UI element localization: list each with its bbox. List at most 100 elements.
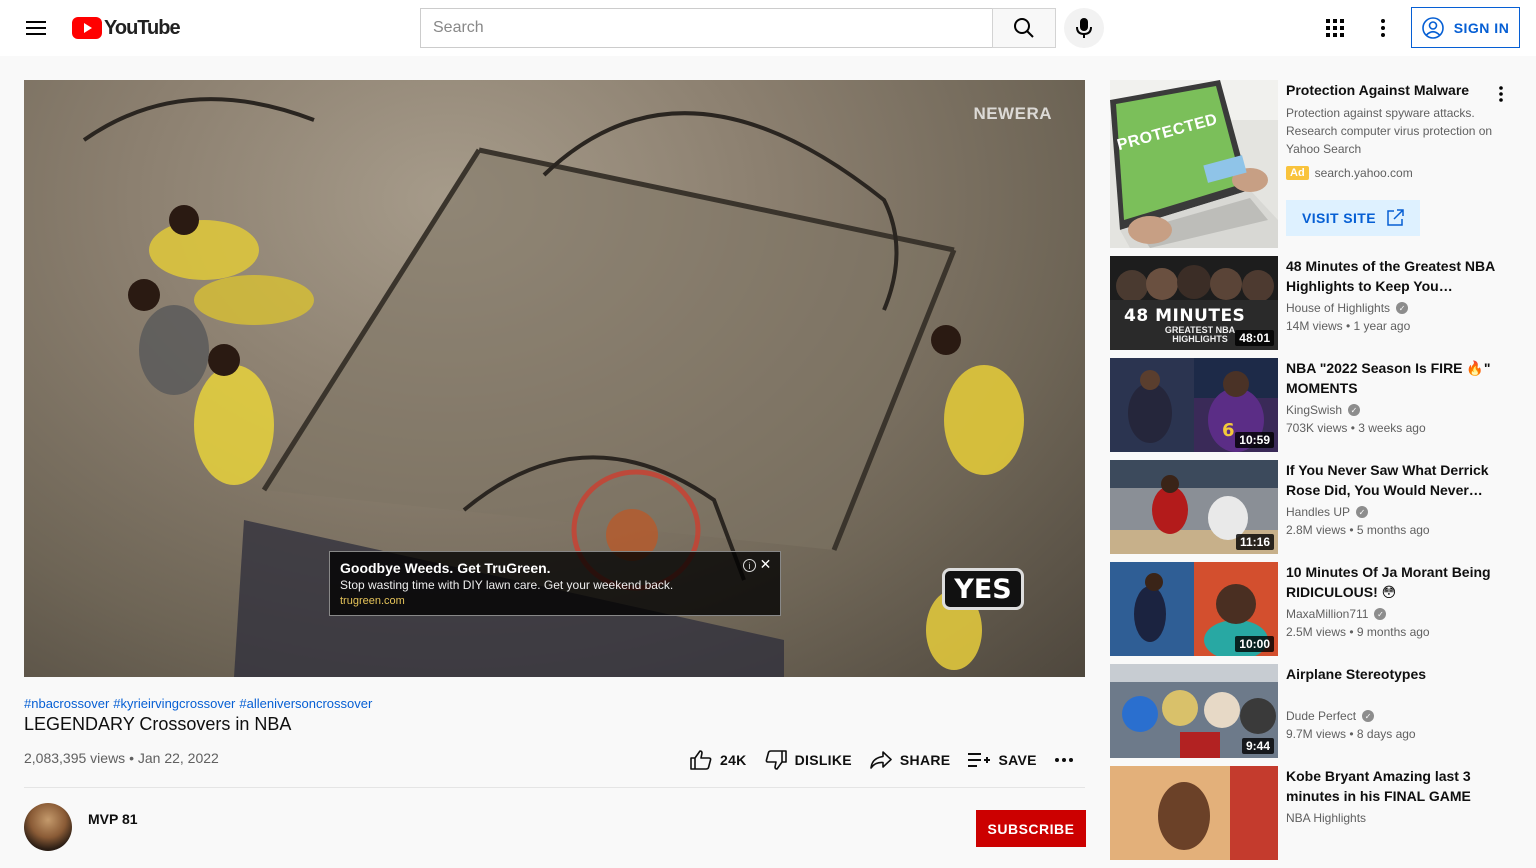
sidebar-ad-domain: search.yahoo.com xyxy=(1314,166,1413,180)
hashtag-link[interactable]: #alleniversoncrossover xyxy=(239,696,372,711)
video-title[interactable]: Airplane Stereotypes xyxy=(1286,664,1496,684)
guide-menu-button[interactable] xyxy=(16,8,56,48)
video-title[interactable]: 10 Minutes Of Ja Morant Being RIDICULOUS… xyxy=(1286,562,1496,602)
channel-name[interactable]: KingSwish ✓ xyxy=(1286,403,1361,417)
thumbnail-title-text: 48 MINUTES xyxy=(1124,306,1246,326)
channel-name[interactable]: NBA Highlights xyxy=(1286,811,1366,825)
video-player[interactable]: NEWERA YES Goodbye Weeds. Get TruGreen. … xyxy=(24,80,1085,677)
video-thumbnail[interactable]: 6 10:59 xyxy=(1110,358,1278,452)
video-duration: 9:44 xyxy=(1241,738,1274,754)
channel-name[interactable]: MVP 81 xyxy=(88,811,138,827)
verified-check-icon: ✓ xyxy=(1374,608,1387,620)
hashtag-link[interactable]: #nbacrossover xyxy=(24,696,109,711)
channel-name[interactable]: Handles UP ✓ xyxy=(1286,505,1369,519)
hashtag-link[interactable]: #kyrieirvingcrossover xyxy=(113,696,235,711)
video-title[interactable]: NBA "2022 Season Is FIRE 🔥" MOMENTS xyxy=(1286,358,1496,398)
video-title[interactable]: Kobe Bryant Amazing last 3 minutes in hi… xyxy=(1286,766,1496,806)
video-actions: 24K DISLIKE SHARE SAVE xyxy=(682,740,1083,780)
video-duration: 48:01 xyxy=(1235,330,1274,346)
verified-check-icon: ✓ xyxy=(1348,404,1361,416)
channel-name-text: KingSwish xyxy=(1286,403,1343,417)
sidebar-ad-menu-button[interactable] xyxy=(1489,82,1513,106)
thumbs-down-icon xyxy=(765,750,787,770)
video-duration: 10:59 xyxy=(1235,432,1274,448)
sign-in-label: SIGN IN xyxy=(1453,19,1510,36)
hamburger-menu-icon xyxy=(26,21,46,35)
more-vertical-icon xyxy=(1381,19,1385,37)
hashtag-list: #nbacrossover #kyrieirvingcrossover #all… xyxy=(24,696,372,711)
share-button[interactable]: SHARE xyxy=(862,740,959,780)
recommendation-item[interactable]: 10:00 10 Minutes Of Ja Morant Being RIDI… xyxy=(1110,562,1520,656)
like-button[interactable]: 24K xyxy=(682,740,755,780)
ad-info-icon[interactable]: i xyxy=(743,559,756,572)
channel-name-text: House of Highlights xyxy=(1286,301,1391,315)
external-link-icon xyxy=(1387,209,1404,226)
recommendation-item[interactable]: 6 10:59 NBA "2022 Season Is FIRE 🔥" MOME… xyxy=(1110,358,1520,452)
channel-name[interactable]: House of Highlights ✓ xyxy=(1286,301,1409,315)
thumbnail-image xyxy=(1110,766,1278,860)
more-vertical-icon xyxy=(1499,86,1503,102)
logo-text: YouTube xyxy=(104,16,181,39)
video-meta: 9.7M views • 8 days ago xyxy=(1286,727,1416,741)
video-title[interactable]: If You Never Saw What Derrick Rose Did, … xyxy=(1286,460,1496,500)
yes-network-logo: YES xyxy=(942,568,1024,610)
visit-site-label: VISIT SITE xyxy=(1301,210,1376,226)
video-thumbnail[interactable]: 48 MINUTES GREATEST NBA HIGHLIGHTS 48:01 xyxy=(1110,256,1278,350)
channel-name-text: Handles UP xyxy=(1286,505,1351,519)
video-thumbnail[interactable]: 9:44 xyxy=(1110,664,1278,758)
more-horizontal-icon xyxy=(1054,758,1073,762)
ad-badge: Ad xyxy=(1286,166,1309,180)
microphone-icon xyxy=(1076,18,1092,38)
recommendation-item[interactable]: 48 MINUTES GREATEST NBA HIGHLIGHTS 48:01… xyxy=(1110,256,1520,350)
channel-name-text: NBA Highlights xyxy=(1286,811,1367,825)
channel-name[interactable]: MaxaMillion711 ✓ xyxy=(1286,607,1387,621)
video-title: LEGENDARY Crossovers in NBA xyxy=(24,714,292,734)
search-button[interactable] xyxy=(992,8,1056,48)
video-title[interactable]: 48 Minutes of the Greatest NBA Highlight… xyxy=(1286,256,1496,296)
verified-check-icon: ✓ xyxy=(1356,506,1369,518)
sign-in-button[interactable]: SIGN IN xyxy=(1411,7,1520,48)
sidebar-ad-thumbnail[interactable]: PROTECTED xyxy=(1110,80,1278,248)
dislike-label: DISLIKE xyxy=(794,752,852,768)
overlay-ad-url[interactable]: trugreen.com xyxy=(340,595,770,607)
overlay-ad-text: Stop wasting time with DIY lawn care. Ge… xyxy=(340,578,674,592)
video-thumbnail[interactable] xyxy=(1110,766,1278,860)
settings-more-button[interactable] xyxy=(1363,8,1403,48)
video-duration: 11:16 xyxy=(1235,534,1274,550)
overlay-ad[interactable]: Goodbye Weeds. Get TruGreen. Stop wastin… xyxy=(329,551,781,616)
video-thumbnail[interactable]: 11:16 xyxy=(1110,460,1278,554)
search-input[interactable] xyxy=(433,19,992,37)
verified-check-icon: ✓ xyxy=(1362,710,1375,722)
video-meta: 703K views • 3 weeks ago xyxy=(1286,421,1426,435)
sidebar-ad-description: Protection against spyware attacks. Rese… xyxy=(1286,106,1493,156)
channel-name-text: MaxaMillion711 xyxy=(1286,607,1369,621)
view-count-date: 2,083,395 views • Jan 22, 2022 xyxy=(24,750,219,766)
more-actions-button[interactable] xyxy=(1047,740,1081,780)
search-box[interactable] xyxy=(420,8,993,48)
apps-button[interactable] xyxy=(1315,8,1355,48)
ad-close-icon[interactable]: ✕ xyxy=(758,556,773,572)
thumbs-up-icon xyxy=(690,750,712,770)
sidebar-ad-title[interactable]: Protection Against Malware xyxy=(1286,82,1469,98)
dislike-button[interactable]: DISLIKE xyxy=(757,740,860,780)
recommendation-item[interactable]: Kobe Bryant Amazing last 3 minutes in hi… xyxy=(1110,766,1520,860)
visit-site-button[interactable]: VISIT SITE xyxy=(1286,200,1420,236)
video-duration: 10:00 xyxy=(1235,636,1274,652)
save-button[interactable]: SAVE xyxy=(960,740,1044,780)
subscribe-button[interactable]: SUBSCRIBE xyxy=(976,810,1086,847)
video-thumbnail[interactable]: 10:00 xyxy=(1110,562,1278,656)
recommendation-item[interactable]: 9:44 Airplane Stereotypes Dude Perfect ✓ … xyxy=(1110,664,1520,758)
overlay-ad-title: Goodbye Weeds. Get TruGreen. xyxy=(340,560,551,576)
youtube-logo[interactable]: YouTube xyxy=(72,16,181,39)
svg-text:6: 6 xyxy=(1222,420,1235,441)
channel-name[interactable]: Dude Perfect ✓ xyxy=(1286,709,1375,723)
verified-check-icon: ✓ xyxy=(1396,302,1409,314)
recommendation-item[interactable]: 11:16 If You Never Saw What Derrick Rose… xyxy=(1110,460,1520,554)
share-arrow-icon xyxy=(870,751,892,769)
channel-avatar[interactable] xyxy=(24,803,72,851)
voice-search-button[interactable] xyxy=(1064,8,1104,48)
apps-grid-icon xyxy=(1326,19,1344,37)
like-count: 24K xyxy=(720,752,747,768)
search-icon xyxy=(1014,18,1034,38)
recommendation-list: 48 MINUTES GREATEST NBA HIGHLIGHTS 48:01… xyxy=(1110,256,1520,868)
